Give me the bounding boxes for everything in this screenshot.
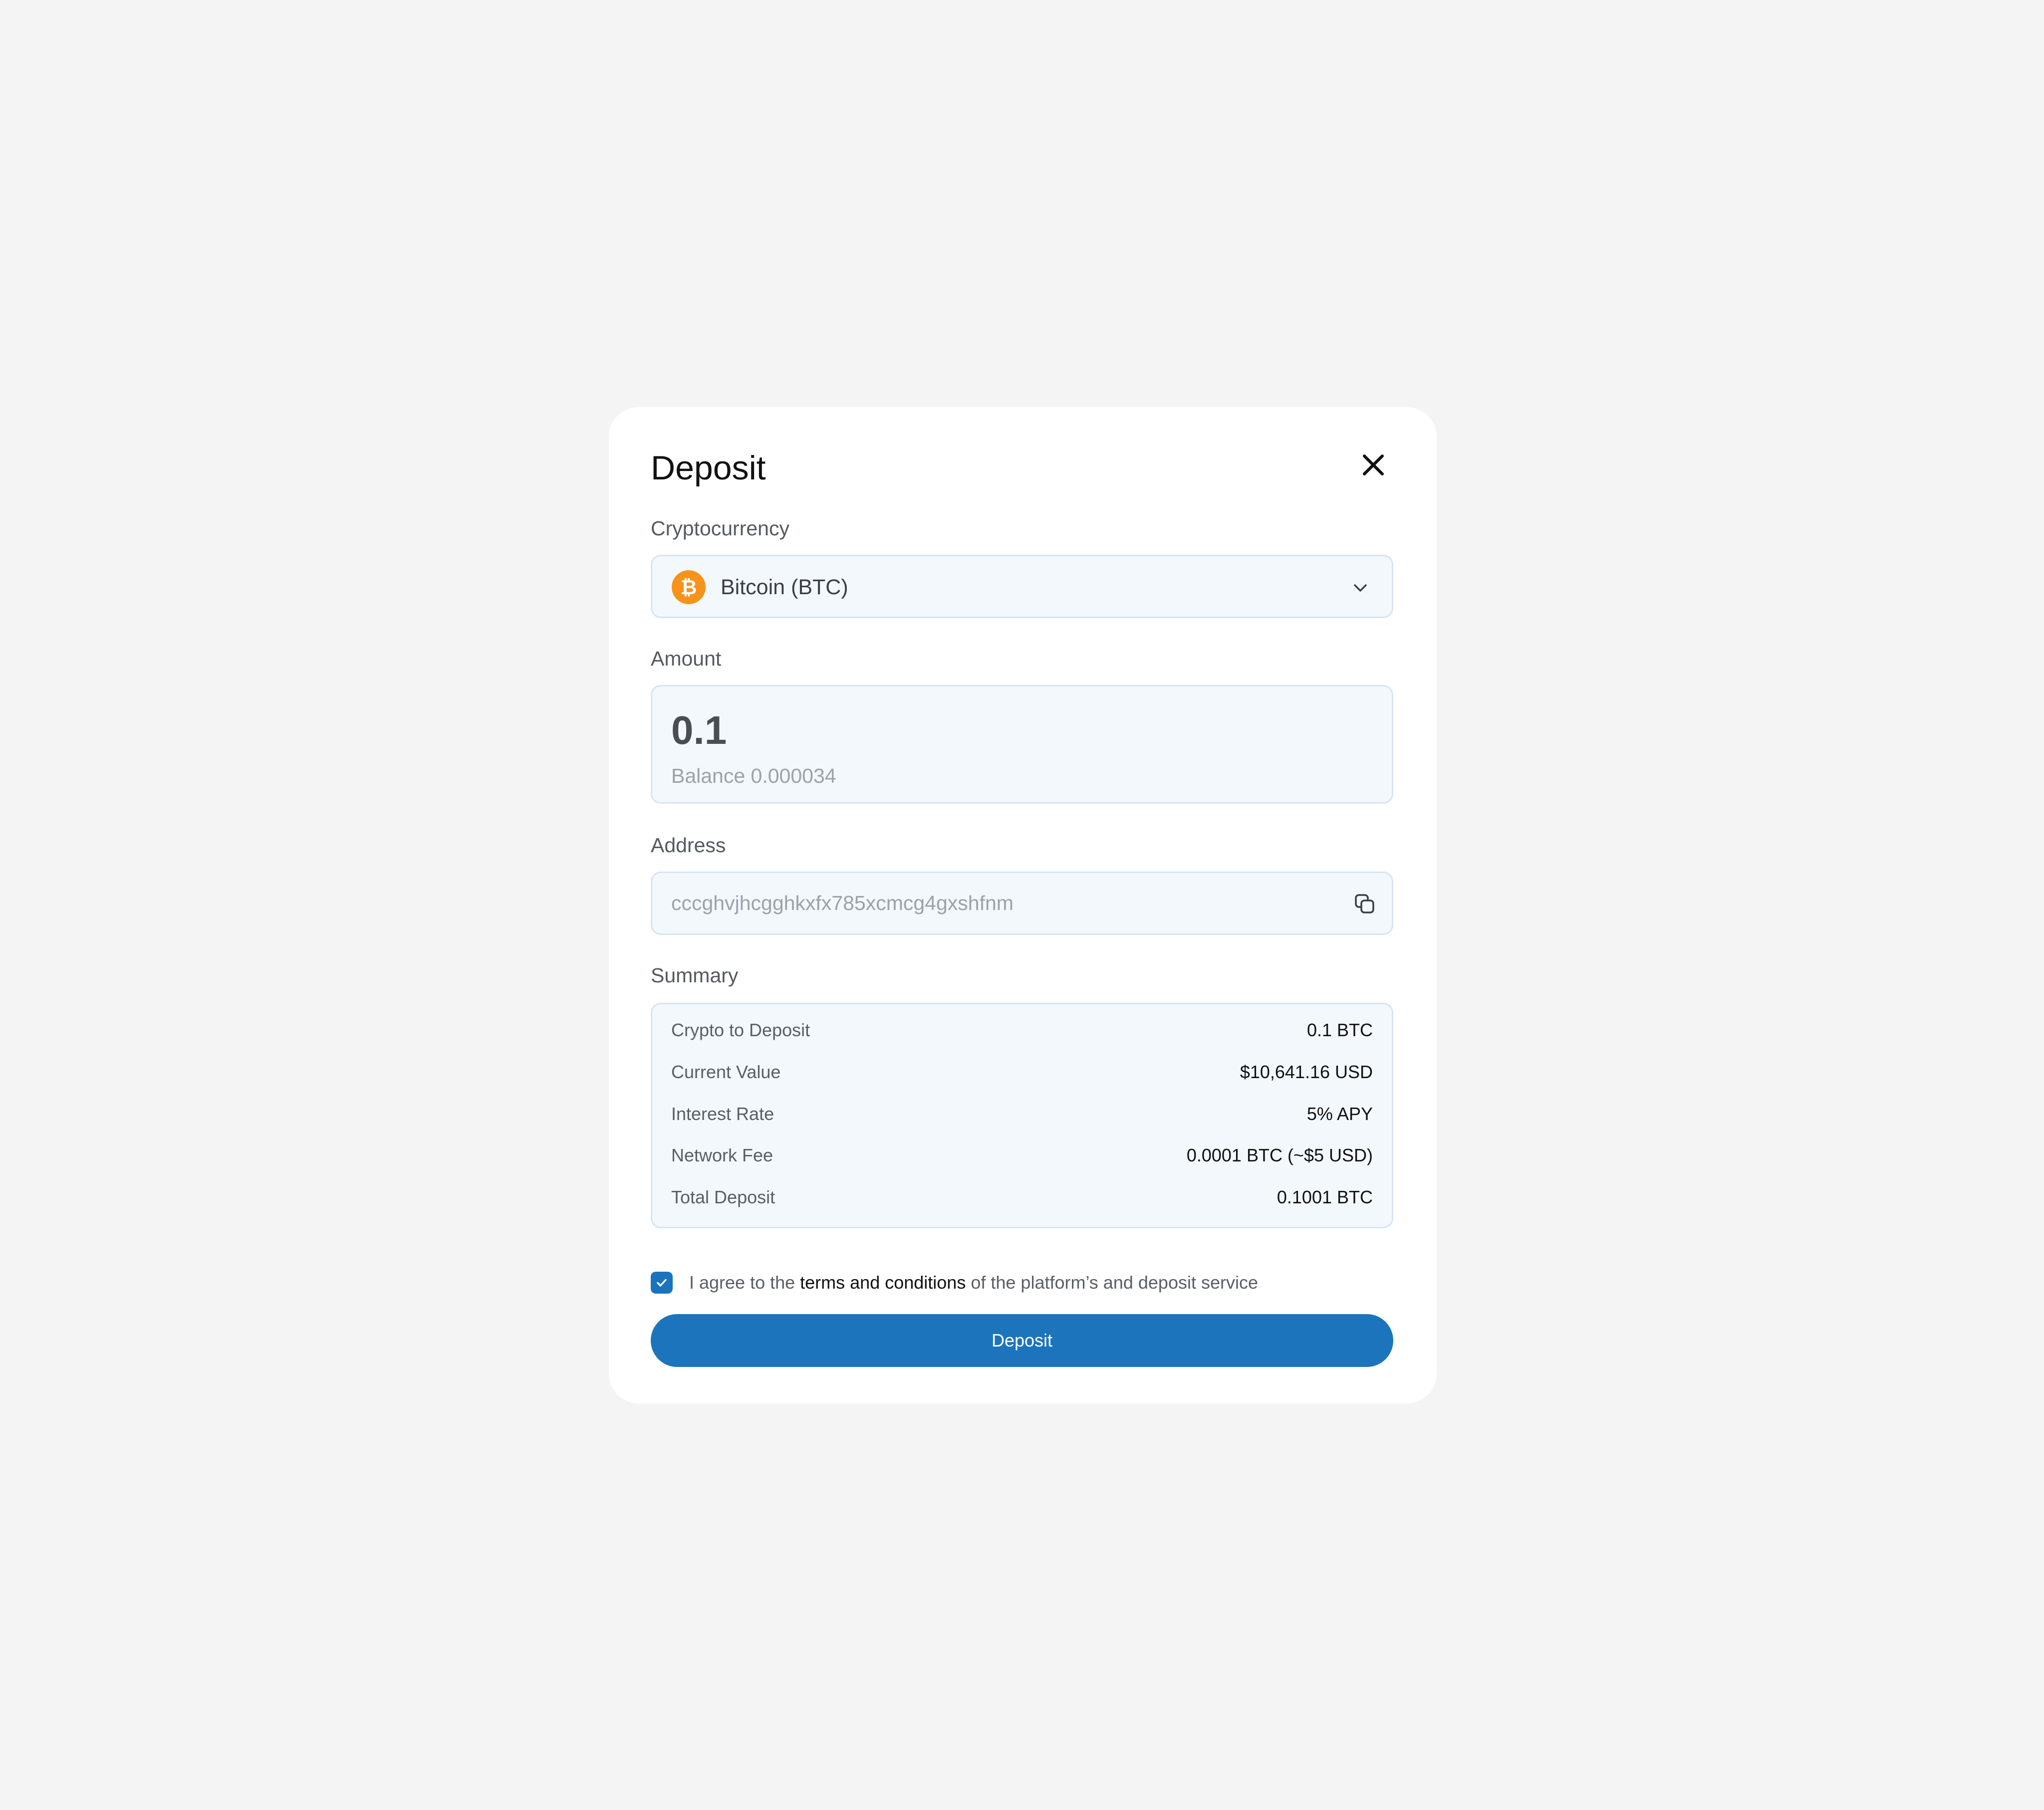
cryptocurrency-select[interactable]: ₿ Bitcoin (BTC) <box>651 555 1393 618</box>
address-label: Address <box>651 834 726 857</box>
close-button[interactable] <box>1359 451 1387 479</box>
deposit-button[interactable]: Deposit <box>651 1314 1393 1367</box>
summary-value: 0.1001 BTC <box>1277 1187 1373 1207</box>
balance-text: Balance 0.000034 <box>671 764 836 787</box>
summary-row: Interest Rate 5% APY <box>671 1102 1373 1127</box>
cryptocurrency-selected-value: Bitcoin (BTC) <box>721 575 848 599</box>
copy-icon <box>1355 894 1374 913</box>
summary-value: $10,641.16 USD <box>1240 1062 1373 1082</box>
amount-value[interactable]: 0.1 <box>671 706 727 754</box>
agreement-text: I agree to the terms and conditions of t… <box>689 1272 1258 1293</box>
summary-row: Total Deposit 0.1001 BTC <box>671 1185 1373 1210</box>
chevron-down-icon <box>1354 584 1367 592</box>
summary-key: Crypto to Deposit <box>671 1020 810 1040</box>
cryptocurrency-label: Cryptocurrency <box>651 517 789 540</box>
summary-key: Interest Rate <box>671 1104 774 1124</box>
agreement-suffix: of the platform’s and deposit service <box>966 1272 1258 1293</box>
summary-value: 0.0001 BTC (~$5 USD) <box>1186 1145 1373 1165</box>
deposit-modal: Deposit Cryptocurrency ₿ Bitcoin (BTC) A… <box>609 407 1437 1403</box>
summary-value: 5% APY <box>1306 1104 1373 1124</box>
address-field[interactable] <box>651 872 1393 935</box>
copy-button[interactable] <box>1353 892 1377 916</box>
summary-row: Current Value $10,641.16 USD <box>671 1060 1373 1085</box>
summary-value: 0.1 BTC <box>1306 1020 1373 1040</box>
summary-key: Network Fee <box>671 1145 773 1165</box>
svg-text:₿: ₿ <box>681 576 697 599</box>
summary-row: Crypto to Deposit 0.1 BTC <box>671 1018 1373 1043</box>
bitcoin-icon: ₿ <box>672 570 706 604</box>
summary-label: Summary <box>651 964 739 987</box>
address-input[interactable] <box>671 888 1320 918</box>
agreement-row: I agree to the terms and conditions of t… <box>651 1270 1258 1295</box>
summary-key: Total Deposit <box>671 1187 775 1207</box>
agreement-prefix: I agree to the <box>689 1272 800 1293</box>
amount-label: Amount <box>651 647 722 670</box>
summary-box: Crypto to Deposit 0.1 BTC Current Value … <box>651 1003 1393 1228</box>
terms-link[interactable]: terms and conditions <box>800 1272 966 1293</box>
amount-field[interactable]: 0.1 Balance 0.000034 <box>651 685 1393 804</box>
summary-row: Network Fee 0.0001 BTC (~$5 USD) <box>671 1143 1373 1168</box>
modal-title: Deposit <box>651 449 766 487</box>
close-icon <box>1363 454 1384 475</box>
checkmark-icon <box>657 1279 667 1287</box>
agree-checkbox[interactable] <box>651 1272 673 1294</box>
summary-key: Current Value <box>671 1062 781 1082</box>
